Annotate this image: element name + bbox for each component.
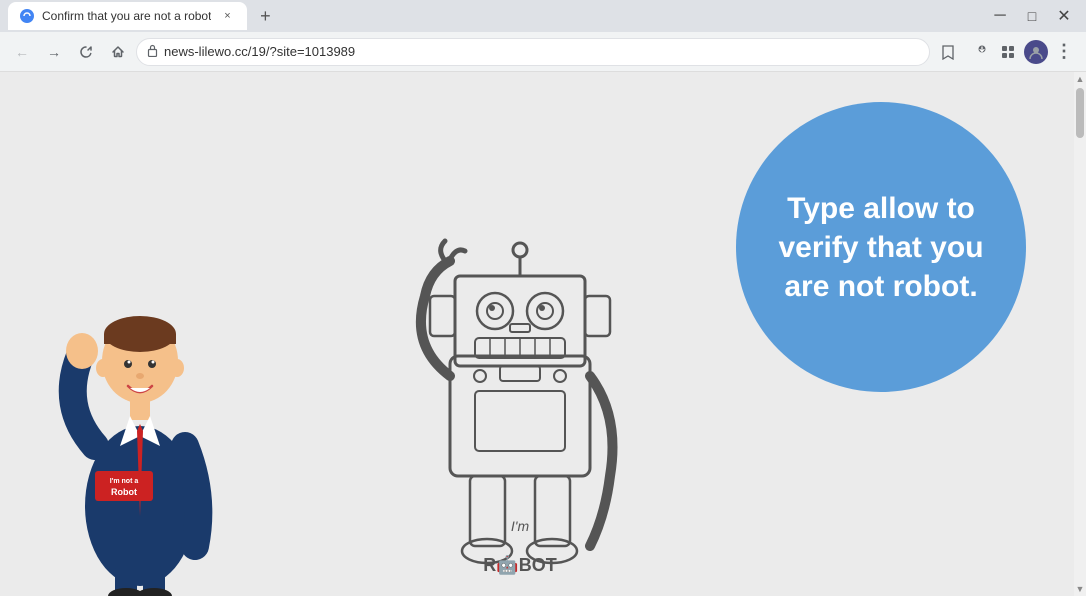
reload-button[interactable]: [72, 38, 100, 66]
toolbar: ← → news-lilewo.cc/19/?site=1013989: [0, 32, 1086, 72]
back-button[interactable]: ←: [8, 38, 36, 66]
tab-title: Confirm that you are not a robot: [42, 9, 211, 23]
close-button[interactable]: ✕: [1050, 2, 1078, 30]
svg-text:R🤖BOT: R🤖BOT: [483, 554, 556, 575]
lock-icon: [147, 44, 158, 60]
bookmark-button[interactable]: [934, 38, 962, 66]
forward-button[interactable]: →: [40, 38, 68, 66]
page-inner: Type allow to verify that you are not ro…: [0, 72, 1086, 596]
verification-text: Type allow to verify that you are not ro…: [766, 189, 996, 306]
toolbar-actions: ⋮: [934, 38, 1078, 66]
browser-frame: Confirm that you are not a robot × + ─ □…: [0, 0, 1086, 596]
scrollbar-up-arrow[interactable]: ▲: [1076, 74, 1085, 84]
verification-circle: Type allow to verify that you are not ro…: [736, 102, 1026, 392]
scrollbar[interactable]: ▲ ▼: [1074, 72, 1086, 596]
extensions-button[interactable]: [994, 38, 1022, 66]
address-bar[interactable]: news-lilewo.cc/19/?site=1013989: [136, 38, 930, 66]
address-text: news-lilewo.cc/19/?site=1013989: [164, 44, 919, 59]
robot-illustration: I'm R🤖BOT: [380, 216, 660, 596]
minimize-button[interactable]: ─: [986, 2, 1014, 30]
scrollbar-thumb[interactable]: [1076, 88, 1084, 138]
downloads-button[interactable]: [964, 38, 992, 66]
active-tab[interactable]: Confirm that you are not a robot ×: [8, 2, 247, 30]
profile-avatar[interactable]: [1024, 40, 1048, 64]
page-content: Type allow to verify that you are not ro…: [0, 72, 1086, 596]
svg-text:I'm: I'm: [511, 518, 530, 534]
menu-button[interactable]: ⋮: [1050, 38, 1078, 66]
svg-text:I'm not a: I'm not a: [110, 478, 139, 485]
tab-favicon: [20, 9, 34, 23]
svg-text:Robot: Robot: [111, 487, 137, 497]
person-illustration: I'm not a Robot: [40, 176, 240, 596]
scrollbar-down-arrow[interactable]: ▼: [1076, 584, 1085, 594]
title-bar: Confirm that you are not a robot × + ─ □…: [0, 0, 1086, 32]
tab-bar: Confirm that you are not a robot × +: [8, 2, 982, 30]
new-tab-button[interactable]: +: [251, 2, 279, 30]
home-button[interactable]: [104, 38, 132, 66]
maximize-button[interactable]: □: [1018, 2, 1046, 30]
tab-close-button[interactable]: ×: [219, 8, 235, 24]
